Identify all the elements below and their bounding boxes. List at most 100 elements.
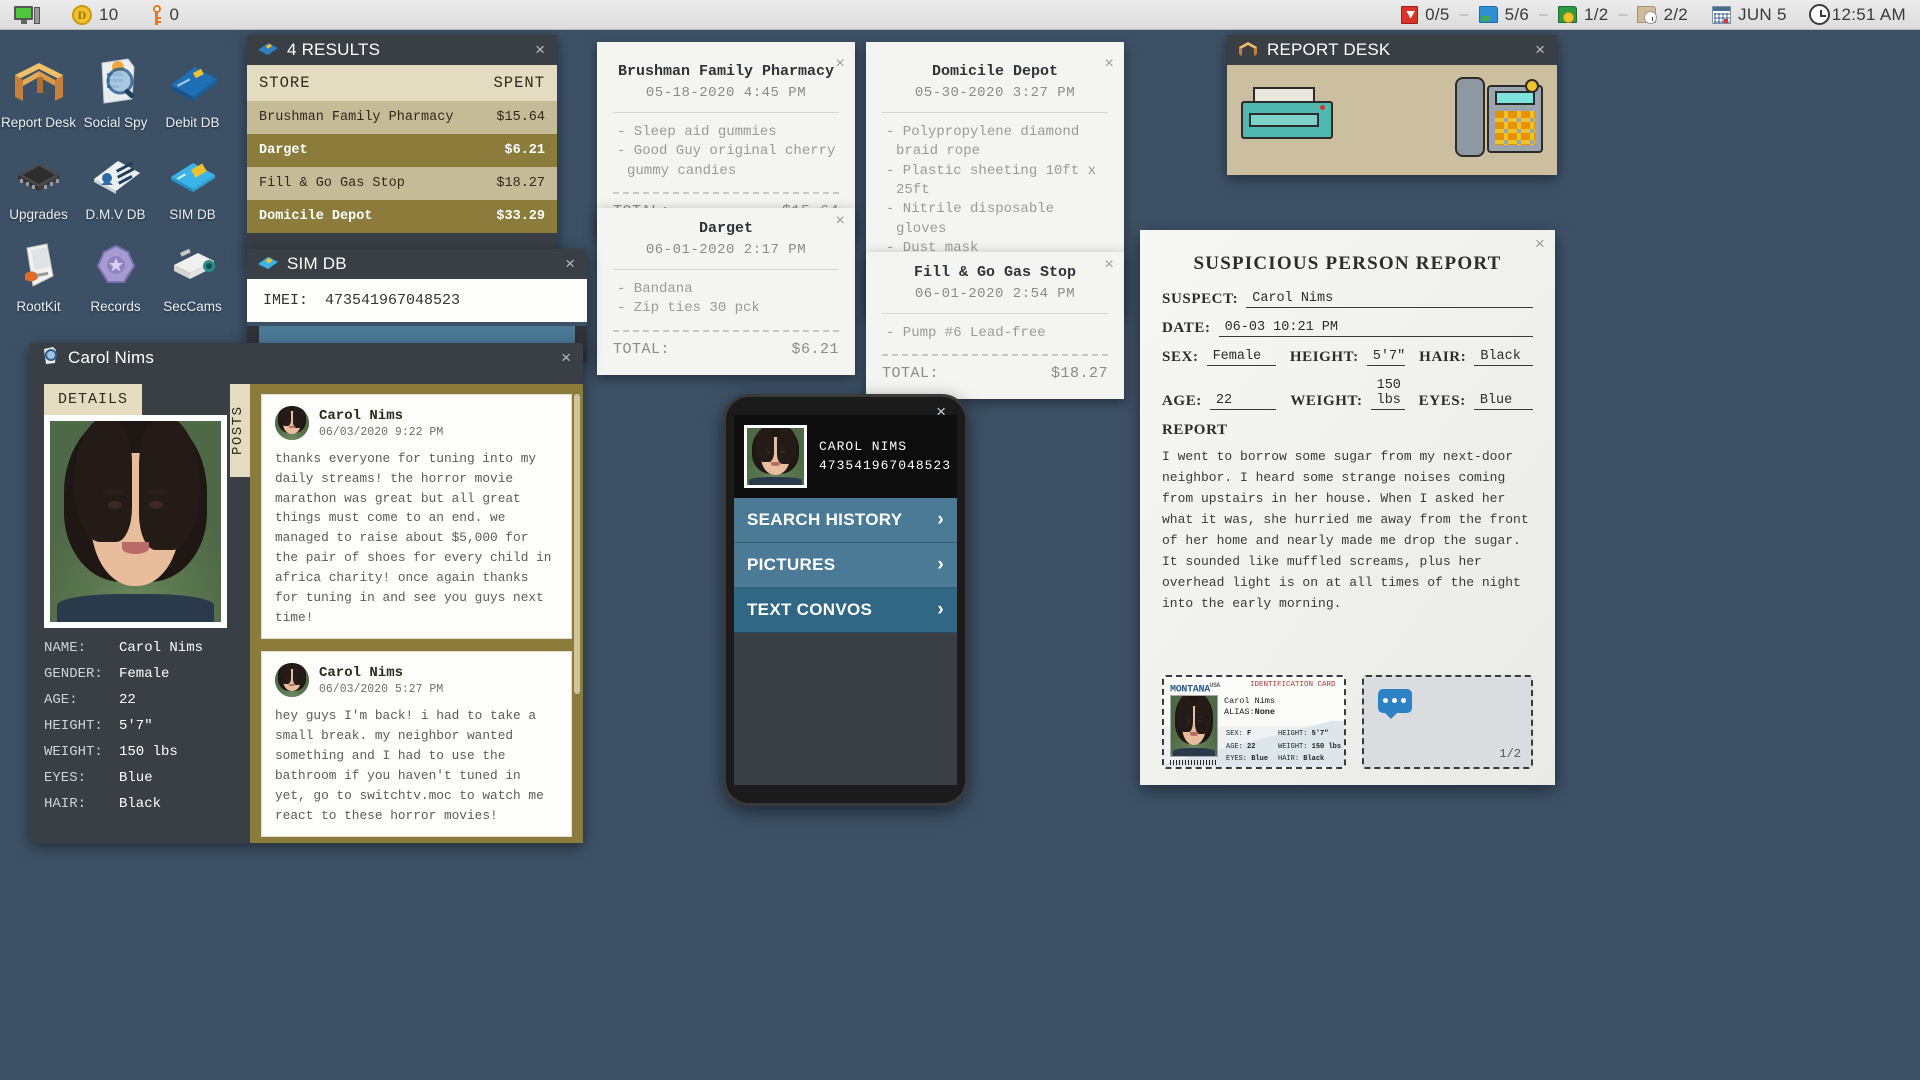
table-row[interactable]: Brushman Family Pharmacy $15.64 <box>247 101 557 134</box>
social-spy-icon <box>40 346 60 371</box>
report-field-weight: WEIGHT: 150 lbs <box>1290 378 1405 410</box>
close-icon[interactable]: × <box>1535 236 1545 255</box>
text-convo-card[interactable]: 1/2 <box>1361 675 1533 769</box>
results-table-header: STORE SPENT <box>247 65 557 101</box>
table-row[interactable]: Fill & Go Gas Stop $18.27 <box>247 167 557 200</box>
desktop-icon-records[interactable]: Records <box>77 226 154 318</box>
post-text: thanks everyone for tuning into my daily… <box>275 451 552 625</box>
receipt-total-amount: $6.21 <box>791 340 839 358</box>
close-icon[interactable]: × <box>835 212 845 230</box>
id-stats-table: SEX: F HEIGHT: 5'7" AGE: 22 WEIGHT: 150 … <box>1224 727 1344 767</box>
red-book-icon <box>1401 5 1419 24</box>
time-value: 12:51 AM <box>1831 4 1906 24</box>
id-sex-value: F <box>1247 730 1252 738</box>
list-item[interactable]: Carol Nims 06/03/2020 9:22 PM thanks eve… <box>261 394 572 640</box>
row-store: Fill & Go Gas Stop <box>259 176 405 191</box>
close-icon[interactable]: × <box>1104 256 1114 274</box>
table-row[interactable]: Domicile Depot $33.29 <box>247 200 557 233</box>
identification-card[interactable]: MONTANAUSA IDENTIFICATION CARD Carol Nim… <box>1162 675 1346 769</box>
field-label: WEIGHT: <box>1290 393 1363 409</box>
tab-posts[interactable]: POSTS <box>230 384 250 477</box>
receipt-date: 06-01-2020 2:17 PM <box>645 242 807 258</box>
detail-value: Blue <box>119 770 153 786</box>
phone-menu-pictures[interactable]: PICTURES › <box>734 543 957 588</box>
carol-window-titlebar[interactable]: Carol Nims × <box>30 343 583 373</box>
receipt-total-label: TOTAL: <box>613 340 671 358</box>
desktop-icon-rootkit[interactable]: RootKit <box>0 226 77 318</box>
detail-key: GENDER: <box>44 666 103 682</box>
desktop-icon-upgrades[interactable]: Upgrades <box>0 134 77 226</box>
desk-icon <box>0 51 77 113</box>
detail-value: Female <box>119 666 170 682</box>
close-icon[interactable]: × <box>835 55 845 73</box>
separator: – <box>1459 5 1469 23</box>
post-author: Carol Nims <box>319 664 404 681</box>
desktop-icon-social-spy[interactable]: Social Spy <box>77 42 154 134</box>
avatar <box>275 406 309 440</box>
phone-window: × CAROL NIMS 473541967048523 SEARCH HIST… <box>723 394 968 806</box>
blue-folder-icon <box>1478 6 1498 23</box>
close-icon[interactable]: × <box>1529 40 1551 60</box>
desktop-icon-label: Records <box>90 299 141 314</box>
clock-icon <box>1808 4 1830 25</box>
chip-icon <box>0 143 77 205</box>
desktop-icon-seccams[interactable]: SecCams <box>154 226 231 318</box>
divider <box>613 329 839 332</box>
post-author: Carol Nims <box>319 407 404 424</box>
phone-menu-search-history[interactable]: SEARCH HISTORY › <box>734 498 957 543</box>
tab-details[interactable]: DETAILS <box>44 384 143 415</box>
report-field-date: DATE: 06-03 10:21 PM <box>1162 320 1533 337</box>
receipt-item: - Bandana <box>617 281 693 297</box>
detail-row: AGE: 22 <box>44 692 230 708</box>
id-height-value: 5'7" <box>1311 730 1329 738</box>
counter-reports: 0/5 <box>1401 5 1450 25</box>
posts-feed[interactable]: Carol Nims 06/03/2020 9:22 PM thanks eve… <box>250 384 583 843</box>
divider <box>882 313 1108 314</box>
detail-key: HEIGHT: <box>44 718 103 734</box>
report-field-row-physical-1: SEX: Female HEIGHT: 5'7" HAIR: Black <box>1162 349 1533 366</box>
phone-menu-text-convos[interactable]: TEXT CONVOS › <box>734 588 957 633</box>
counter-bounty: 1/2 <box>1558 5 1609 25</box>
desk-phone-icon[interactable] <box>1455 77 1543 157</box>
desktop-icon-dmv-db[interactable]: D.M.V DB <box>77 134 154 226</box>
list-item[interactable]: Carol Nims 06/03/2020 5:27 PM hey guys I… <box>261 651 572 838</box>
id-photo <box>1170 695 1218 757</box>
close-icon[interactable]: × <box>936 402 946 422</box>
id-eyes-label: EYES: <box>1226 755 1248 763</box>
desktop-icon-debit-db[interactable]: Debit DB <box>154 42 231 134</box>
close-icon[interactable]: × <box>555 348 577 368</box>
report-field-row-physical-2: AGE: 22 WEIGHT: 150 lbs EYES: Blue <box>1162 378 1533 410</box>
profile-photo <box>44 415 227 628</box>
id-alias-label: ALIAS: <box>1224 707 1255 718</box>
report-desk-titlebar[interactable]: REPORT DESK × <box>1227 35 1557 65</box>
field-value: Blue <box>1473 393 1533 410</box>
desktop-icon-report-desk[interactable]: Report Desk <box>0 42 77 134</box>
chevron-right-icon: › <box>937 554 944 575</box>
field-label: AGE: <box>1162 393 1202 409</box>
report-field-age: AGE: 22 <box>1162 378 1277 410</box>
id-sex-label: SEX: <box>1226 730 1243 738</box>
field-value: 150 lbs <box>1370 378 1405 410</box>
receipt-store-name: Domicile Depot <box>931 63 1059 80</box>
imei-value[interactable]: 473541967048523 <box>325 292 460 309</box>
close-icon[interactable]: × <box>1104 55 1114 73</box>
table-row[interactable]: Darget $6.21 <box>247 134 557 167</box>
id-age-label: AGE: <box>1226 742 1243 751</box>
results-window-titlebar[interactable]: 4 RESULTS × <box>247 35 557 65</box>
close-icon[interactable]: × <box>529 40 551 60</box>
close-icon[interactable]: × <box>559 254 581 274</box>
report-desk-scene <box>1227 65 1557 175</box>
id-weight-value: 150 lbs <box>1311 742 1342 751</box>
field-value: Black <box>1474 349 1533 366</box>
row-store: Brushman Family Pharmacy <box>259 110 454 125</box>
printer-icon[interactable] <box>1241 87 1333 139</box>
detail-row: NAME: Carol Nims <box>44 640 230 656</box>
scrollbar[interactable] <box>574 394 580 694</box>
simdb-window-titlebar[interactable]: SIM DB × <box>247 249 587 279</box>
divider <box>613 191 839 194</box>
date-value: JUN 5 <box>1738 4 1787 24</box>
field-label: EYES: <box>1418 393 1466 409</box>
field-label: SUSPECT: <box>1162 291 1239 307</box>
desktop-icon-sim-db[interactable]: SIM DB <box>154 134 231 226</box>
detail-key: EYES: <box>44 770 87 786</box>
